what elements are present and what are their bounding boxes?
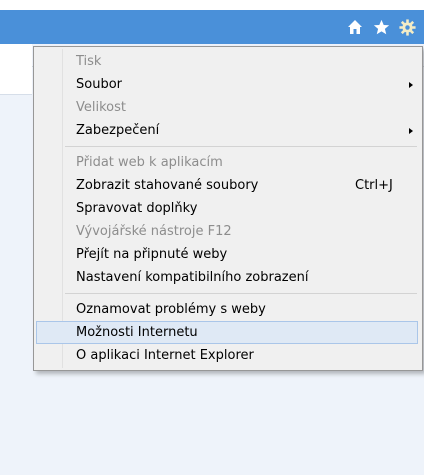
menu-item-label: Zobrazit stahované soubory: [76, 178, 259, 193]
home-icon[interactable]: [344, 16, 366, 38]
menu-item-label: Přidat web k aplikacím: [76, 155, 223, 170]
menu-item-internet-options[interactable]: Možnosti Internetu: [36, 321, 418, 344]
browser-toolbar: [0, 10, 424, 44]
menu-item-compatibility-view-settings[interactable]: Nastavení kompatibilního zobrazení: [36, 266, 418, 289]
menu-item-shortcut: Ctrl+J: [355, 178, 393, 193]
menu-item-label: Oznamovat problémy s weby: [76, 302, 266, 317]
menu-separator: [65, 146, 417, 147]
left-panel: [0, 44, 32, 95]
toolbar-icons: [344, 16, 418, 38]
menu-item-label: Možnosti Internetu: [76, 325, 198, 340]
star-icon[interactable]: [370, 16, 392, 38]
submenu-arrow-icon: [409, 128, 413, 134]
menu-item-label: Soubor: [76, 77, 122, 92]
menu-item-label: O aplikaci Internet Explorer: [76, 348, 254, 363]
menu-item-label: Tisk: [76, 54, 102, 69]
menu-separator: [65, 293, 417, 294]
menu-item-report-website-problems[interactable]: Oznamovat problémy s weby: [36, 298, 418, 321]
menu-item-f12-developer-tools: Vývojářské nástroje F12: [36, 220, 418, 243]
menu-item-label: Velikost: [76, 100, 126, 115]
menu-item-label: Spravovat doplňky: [76, 201, 198, 216]
menu-item-about-internet-explorer[interactable]: O aplikaci Internet Explorer: [36, 344, 418, 367]
menu-item-label: Přejít na připnuté weby: [76, 247, 228, 262]
submenu-arrow-icon: [409, 82, 413, 88]
menu-item-manage-add-ons[interactable]: Spravovat doplňky: [36, 197, 418, 220]
menu-item-safety[interactable]: Zabezpečení: [36, 119, 418, 142]
menu-item-label: Vývojářské nástroje F12: [76, 224, 232, 239]
menu-item-zoom: Velikost: [36, 96, 418, 119]
tools-menu: Tisk Soubor Velikost Zabezpečení Přidat …: [33, 46, 423, 371]
menu-item-view-downloads[interactable]: Zobrazit stahované soubory Ctrl+J: [36, 174, 418, 197]
gear-icon[interactable]: [396, 16, 418, 38]
menu-item-pinned-sites[interactable]: Přejít na připnuté weby: [36, 243, 418, 266]
menu-item-file[interactable]: Soubor: [36, 73, 418, 96]
menu-item-label: Nastavení kompatibilního zobrazení: [76, 270, 309, 285]
menu-item-label: Zabezpečení: [76, 123, 160, 138]
menu-item-print: Tisk: [36, 50, 418, 73]
menu-item-add-site-to-apps: Přidat web k aplikacím: [36, 151, 418, 174]
